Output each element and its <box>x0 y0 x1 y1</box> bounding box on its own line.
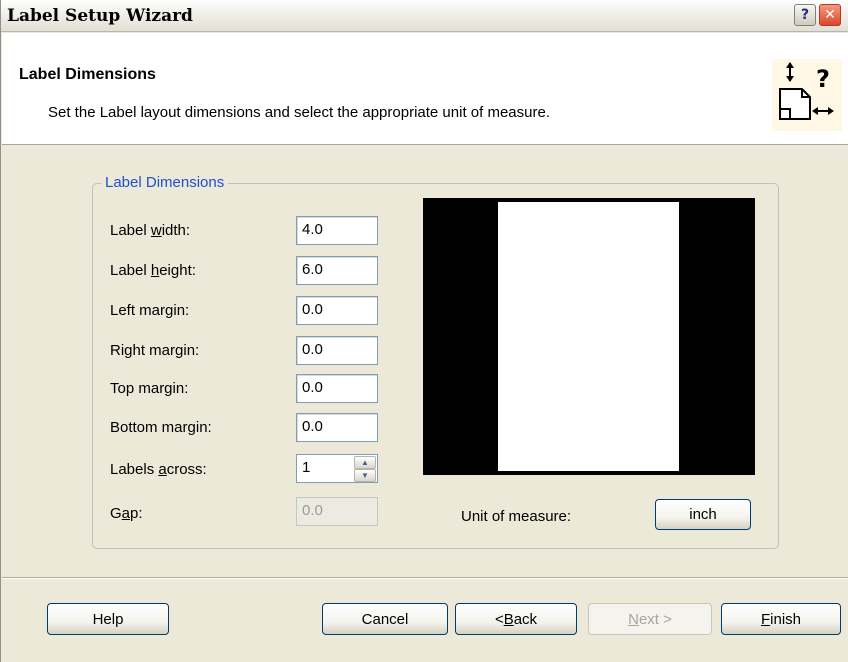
title-close-button[interactable]: ✕ <box>819 4 841 26</box>
unit-of-measure-button[interactable]: inch <box>655 499 751 530</box>
spin-down-arrow-icon[interactable]: ▼ <box>354 469 376 482</box>
svg-text:?: ? <box>816 65 830 93</box>
left-margin-label: Left margin: <box>110 302 190 319</box>
finish-button[interactable]: Finish <box>721 603 841 635</box>
label-width-input[interactable]: 4.0 <box>296 216 378 245</box>
labels-across-spinner[interactable]: 1 ▲ ▼ <box>296 454 378 483</box>
header-title: Label Dimensions <box>19 66 156 83</box>
header-subtitle: Set the Label layout dimensions and sele… <box>48 104 550 121</box>
label-dimensions-help-icon: ? <box>772 59 842 131</box>
right-margin-label: Right margin: <box>110 342 200 359</box>
label-height-label: Label height: <box>110 262 196 279</box>
labels-across-value[interactable]: 1 <box>302 459 310 476</box>
bottom-margin-input[interactable]: 0.0 <box>296 413 378 442</box>
unit-of-measure-label: Unit of measure: <box>461 508 572 525</box>
back-button[interactable]: < Back <box>455 603 577 635</box>
top-margin-input[interactable]: 0.0 <box>296 374 378 403</box>
help-button[interactable]: Help <box>47 603 169 635</box>
cancel-button[interactable]: Cancel <box>322 603 448 635</box>
spin-up-arrow-icon[interactable]: ▲ <box>354 456 376 469</box>
label-height-input[interactable]: 6.0 <box>296 256 378 285</box>
top-margin-label: Top margin: <box>110 380 189 397</box>
label-preview-page <box>498 202 679 471</box>
labels-across-label: Labels across: <box>110 461 207 478</box>
next-button: Next > <box>588 603 712 635</box>
window-title: Label Setup Wizard <box>7 6 193 26</box>
label-preview <box>423 198 755 475</box>
left-margin-input[interactable]: 0.0 <box>296 296 378 325</box>
group-legend: Label Dimensions <box>101 174 229 191</box>
title-help-button[interactable]: ? <box>794 4 816 26</box>
gap-label: Gap: <box>110 505 143 522</box>
label-setup-wizard-window: Label Setup Wizard ? ✕ Label Dimensions … <box>0 0 848 662</box>
title-bar[interactable]: Label Setup Wizard ? ✕ <box>1 0 848 32</box>
wizard-header: Label Dimensions Set the Label layout di… <box>2 33 848 145</box>
right-margin-input[interactable]: 0.0 <box>296 336 378 365</box>
footer-separator <box>2 577 848 579</box>
label-width-label: Label width: <box>110 222 191 239</box>
bottom-margin-label: Bottom margin: <box>110 419 212 436</box>
gap-input: 0.0 <box>296 497 378 526</box>
